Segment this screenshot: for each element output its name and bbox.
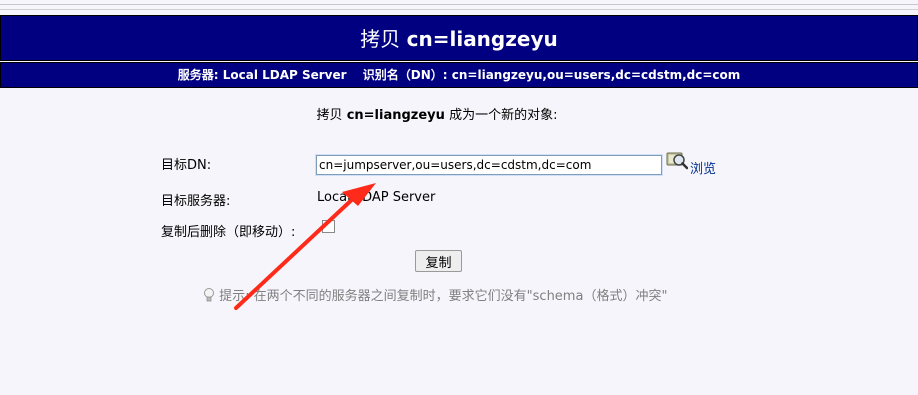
target-dn-input[interactable] [315,154,663,176]
hint: 提示: 在两个不同的服务器之间复制时，要求它们没有"schema（格式）冲突" [203,285,667,304]
title-object: cn=liangzeyu [406,27,558,51]
server-value: Local LDAP Server [222,68,347,82]
delete-after-copy-label: 复制后删除（即移动）: [161,225,296,240]
delete-after-copy-checkbox[interactable] [322,220,335,233]
top-rule [0,4,918,5]
page-title: 拷贝 cn=liangzeyu [0,15,918,61]
copy-button[interactable]: 复制 [415,250,462,272]
target-server-label: 目标服务器: [161,194,231,209]
content-area [0,88,918,395]
lightbulb-icon [204,288,214,302]
dn-value: cn=liangzeyu,ou=users,dc=cdstm,dc=com [451,68,741,82]
hint-text: 在两个不同的服务器之间复制时，要求它们没有"schema（格式）冲突" [253,289,668,304]
top-rule-2 [0,9,918,10]
server-info-bar: 服务器: Local LDAP Server 识别名（DN）: cn=liang… [0,62,918,88]
dn-label: 识别名（DN）: [362,68,448,82]
title-prefix: 拷贝 [360,27,401,51]
browse-icon[interactable] [666,150,688,170]
browse-link[interactable]: 浏览 [690,158,716,177]
server-label: 服务器: [177,68,219,82]
copy-intro: 拷贝 cn=liangzeyu 成为一个新的对象: [0,104,874,123]
intro-prefix: 拷贝 [316,108,343,123]
target-dn-label: 目标DN: [161,158,212,173]
target-server-value: Local LDAP Server [317,190,436,205]
intro-object: cn=liangzeyu [346,108,445,123]
hint-label: 提示: [219,289,250,304]
intro-suffix: 成为一个新的对象: [449,108,558,123]
